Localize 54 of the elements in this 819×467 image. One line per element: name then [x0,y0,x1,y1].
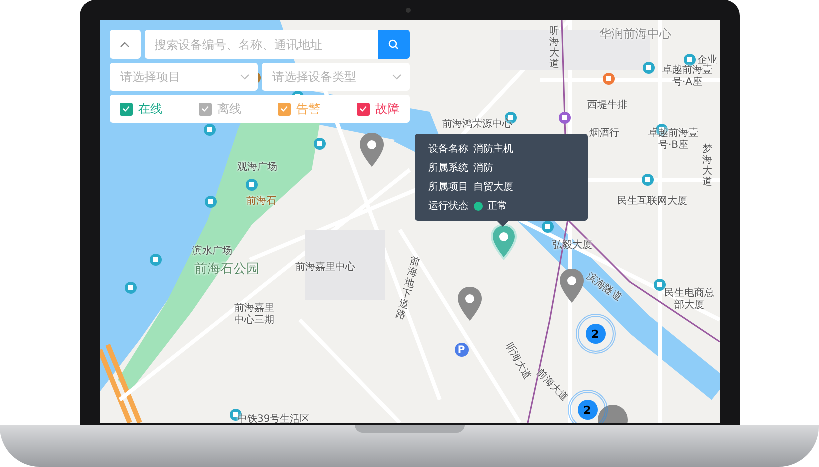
map-pin-icon[interactable] [358,132,386,168]
status-checkbox[interactable]: 在线 [120,100,162,118]
map-label: 前海石 [246,196,276,208]
tooltip-value: 消防 [474,162,494,175]
street-label: 听海大道 [550,26,560,70]
collapse-button[interactable] [110,30,140,59]
map-label: 华润前海中心 [600,28,672,42]
tooltip-value: 正常 [488,200,508,213]
map-label: 前海石公园 [194,263,260,278]
search-field[interactable]: 搜索设备编号、名称、通讯地址 [144,30,378,59]
map-label: 企业 [698,55,718,66]
map-label: 西堤牛排 [588,100,628,112]
street-label: 前海地下道路 [394,256,421,322]
chevron-down-icon [392,74,402,80]
street-label: 梦海大道 [702,144,712,188]
map-label: 前海大道 [533,368,570,404]
checkmark-icon [280,106,288,112]
map-label: 前海嘉里中心 [296,262,356,274]
map-label: 卓越前海壹号·A座 [662,65,714,88]
tooltip-label: 运行状态 [428,200,468,213]
map-label: 民生电商总部大厦 [664,288,716,311]
chevron-up-icon [120,42,130,48]
tooltip-value: 自贸大厦 [474,180,514,194]
map-label: 中铁39号生活区 [238,414,310,423]
tooltip-label: 所属系统 [428,162,468,175]
map-label: 听海大道 [502,342,532,382]
tooltip-label: 设备名称 [428,143,468,156]
map-label: 滨海隧道 [584,272,624,304]
map-label: 滨水广场 [192,246,232,258]
search-button[interactable] [378,30,410,59]
map-pin-icon[interactable] [490,224,518,260]
chevron-down-icon [240,74,250,80]
parking-marker: P [454,343,468,357]
cluster-marker[interactable]: 2 [578,400,598,420]
map-pin-icon[interactable] [558,268,586,304]
select-field[interactable]: 请选择项目 [110,63,258,91]
map-pin-icon[interactable] [456,286,484,322]
map-label: 前海嘉里中心三期 [234,303,274,326]
map-label: 前海鸿荣源中心 [442,119,512,130]
camera-icon [406,8,411,13]
map-label: 烟酒行 [590,128,620,140]
tooltip-value: 消防主机 [474,142,514,156]
status-checkbox[interactable]: 故障 [356,100,400,118]
status-checkbox[interactable]: 告警 [278,100,320,118]
map-label: 观海广场 [238,162,278,174]
checkmark-icon [122,106,130,112]
cluster-marker[interactable]: 2 [586,324,606,344]
tooltip-label: 所属项目 [428,180,468,194]
checkmark-icon [202,106,208,112]
select-field[interactable]: 请选择设备类型 [262,63,410,91]
map-label: 民生互联网大厦 [618,196,688,208]
search-icon [388,39,399,50]
status-checkbox[interactable]: 离线 [198,100,242,118]
checkmark-icon [360,106,366,112]
